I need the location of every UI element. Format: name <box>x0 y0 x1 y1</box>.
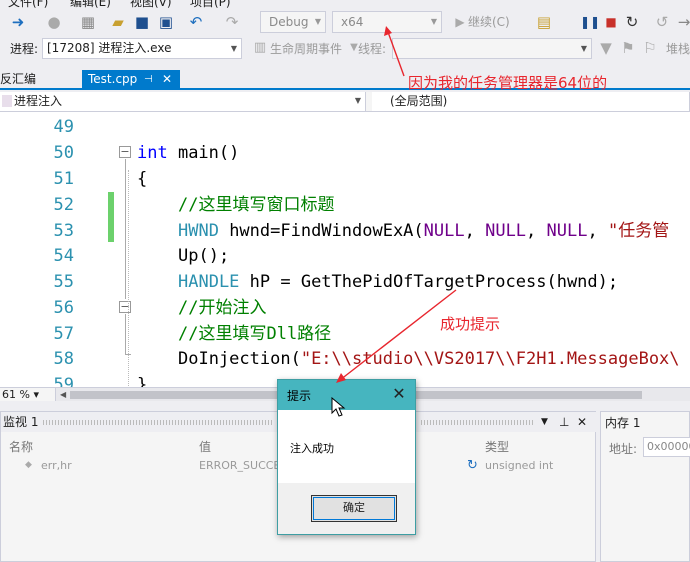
annotation-text-middle: 成功提示 <box>440 315 501 333</box>
arrow-head-icon <box>384 26 392 36</box>
annotation-text-top: 因为我的任务管理器是64位的 <box>408 74 608 92</box>
annotation-arrow-top <box>387 31 405 77</box>
arrow-head-icon <box>336 373 346 383</box>
annotation-arrow-middle <box>339 289 457 381</box>
